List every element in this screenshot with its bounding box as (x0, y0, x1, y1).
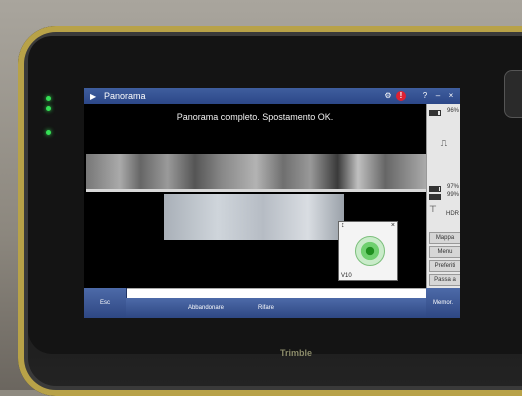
menu-button[interactable]: Menu (429, 246, 460, 258)
led-indicator (46, 96, 51, 101)
esc-button[interactable]: Esc (84, 288, 127, 318)
hardware-side-button[interactable] (504, 70, 522, 118)
battery-top-percent: 96% (446, 108, 459, 114)
titlebar: ▶ Panorama ⚙ ! ? – × (84, 88, 460, 104)
app-icon: ▶ (90, 91, 97, 101)
right-sidebar: 96% ⎍ 97% 99% ⊤ HDR Mappa Menu Preferiti… (426, 104, 460, 318)
battery2-percent: 99% (446, 192, 459, 198)
instrument-icon: ⎍ (440, 138, 447, 148)
empty-softkey[interactable] (294, 298, 427, 318)
panorama-image-upper (86, 154, 426, 190)
led-indicator (46, 106, 51, 111)
led-indicator (46, 130, 51, 135)
close-icon[interactable]: × (446, 91, 456, 101)
empty-softkey[interactable] (126, 298, 175, 318)
help-icon[interactable]: ? (420, 91, 430, 101)
brand-logo: Trimble (280, 348, 313, 358)
panorama-divider (86, 189, 426, 192)
bubble-level-icon (355, 236, 385, 266)
close-icon[interactable]: × (391, 222, 395, 229)
rifare-button[interactable]: Rifare (238, 298, 295, 318)
battery-icon (429, 186, 441, 192)
settings-icon[interactable]: ⚙ (383, 91, 393, 101)
hdr-label: HDR (446, 211, 459, 217)
panorama-image-lower (164, 194, 344, 240)
abbandonare-button[interactable]: Abbandonare (174, 298, 239, 318)
status-message: Panorama completo. Spostamento OK. (176, 112, 334, 122)
level-label: V10 (341, 273, 352, 279)
mappa-button[interactable]: Mappa (429, 232, 460, 244)
level-widget[interactable]: ↕ × V10 (338, 221, 398, 281)
drag-handle-icon[interactable]: ↕ (341, 222, 345, 229)
alert-icon[interactable]: ! (396, 91, 406, 101)
minimize-icon[interactable]: – (433, 91, 443, 101)
memor-button[interactable]: Memor. (426, 288, 460, 318)
battery1-percent: 97% (446, 184, 459, 190)
window-title: Panorama (104, 91, 146, 101)
passa-a-button[interactable]: Passa a (429, 274, 460, 286)
battery-icon (429, 110, 441, 116)
preferiti-button[interactable]: Preferiti (429, 260, 460, 272)
battery-icon (429, 194, 441, 200)
screen: ▶ Panorama ⚙ ! ? – × Panorama completo. … (84, 88, 460, 318)
